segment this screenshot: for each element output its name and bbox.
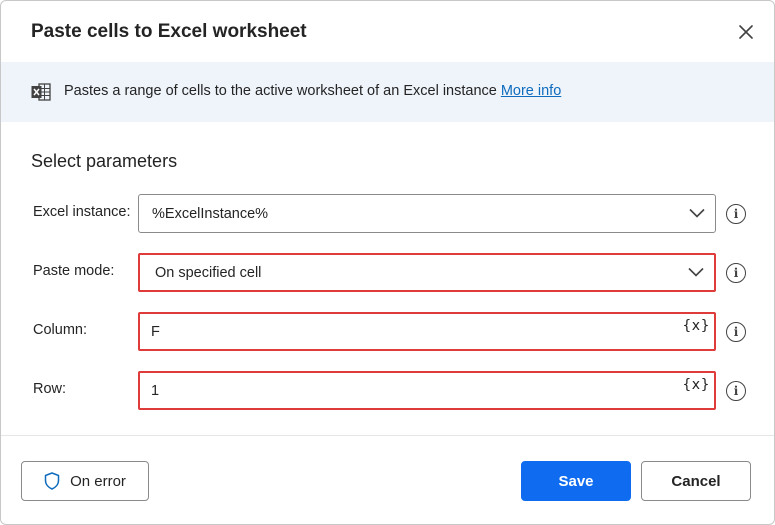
close-icon [739, 25, 753, 39]
row-label: Row: [33, 381, 67, 397]
excel-instance-info-icon[interactable]: i [726, 204, 746, 224]
paste-mode-value: On specified cell [155, 264, 262, 281]
info-description: Pastes a range of cells to the active wo… [64, 83, 497, 99]
excel-instance-value: %ExcelInstance% [152, 205, 269, 222]
footer-divider [1, 435, 774, 436]
column-label: Column: [33, 322, 87, 338]
chevron-down-icon [688, 265, 704, 279]
cancel-button[interactable]: Cancel [641, 461, 751, 501]
row-info-icon[interactable]: i [726, 381, 746, 401]
more-info-link[interactable]: More info [501, 83, 561, 99]
dialog-title: Paste cells to Excel worksheet [31, 21, 307, 42]
variable-picker-icon[interactable]: {x} [682, 377, 710, 393]
shield-icon [44, 472, 60, 490]
paste-mode-dropdown[interactable]: On specified cell [138, 253, 716, 292]
info-text: Pastes a range of cells to the active wo… [64, 83, 561, 99]
excel-instance-dropdown[interactable]: %ExcelInstance% [138, 194, 716, 233]
column-value: F [151, 323, 160, 340]
excel-icon [31, 83, 51, 101]
variable-picker-icon[interactable]: {x} [682, 318, 710, 334]
paste-cells-dialog: Paste cells to Excel worksheet Pastes a … [0, 0, 775, 525]
chevron-down-icon [689, 206, 705, 220]
row-column: Column: F {x} i [1, 312, 774, 352]
dialog-header: Paste cells to Excel worksheet [1, 1, 774, 61]
row-row: Row: 1 {x} i [1, 371, 774, 411]
on-error-label: On error [70, 472, 126, 490]
on-error-button[interactable]: On error [21, 461, 149, 501]
section-title: Select parameters [31, 151, 178, 171]
info-banner: Pastes a range of cells to the active wo… [1, 62, 774, 122]
paste-mode-label: Paste mode: [33, 263, 115, 279]
row-excel-instance: Excel instance: %ExcelInstance% i [1, 194, 774, 234]
row-paste-mode: Paste mode: On specified cell i [1, 253, 774, 293]
row-value: 1 [151, 382, 160, 399]
close-button[interactable] [734, 20, 758, 44]
column-info-icon[interactable]: i [726, 322, 746, 342]
row-input[interactable]: 1 {x} [138, 371, 716, 410]
save-button[interactable]: Save [521, 461, 631, 501]
column-input[interactable]: F {x} [138, 312, 716, 351]
excel-instance-label: Excel instance: [33, 204, 131, 220]
paste-mode-info-icon[interactable]: i [726, 263, 746, 283]
